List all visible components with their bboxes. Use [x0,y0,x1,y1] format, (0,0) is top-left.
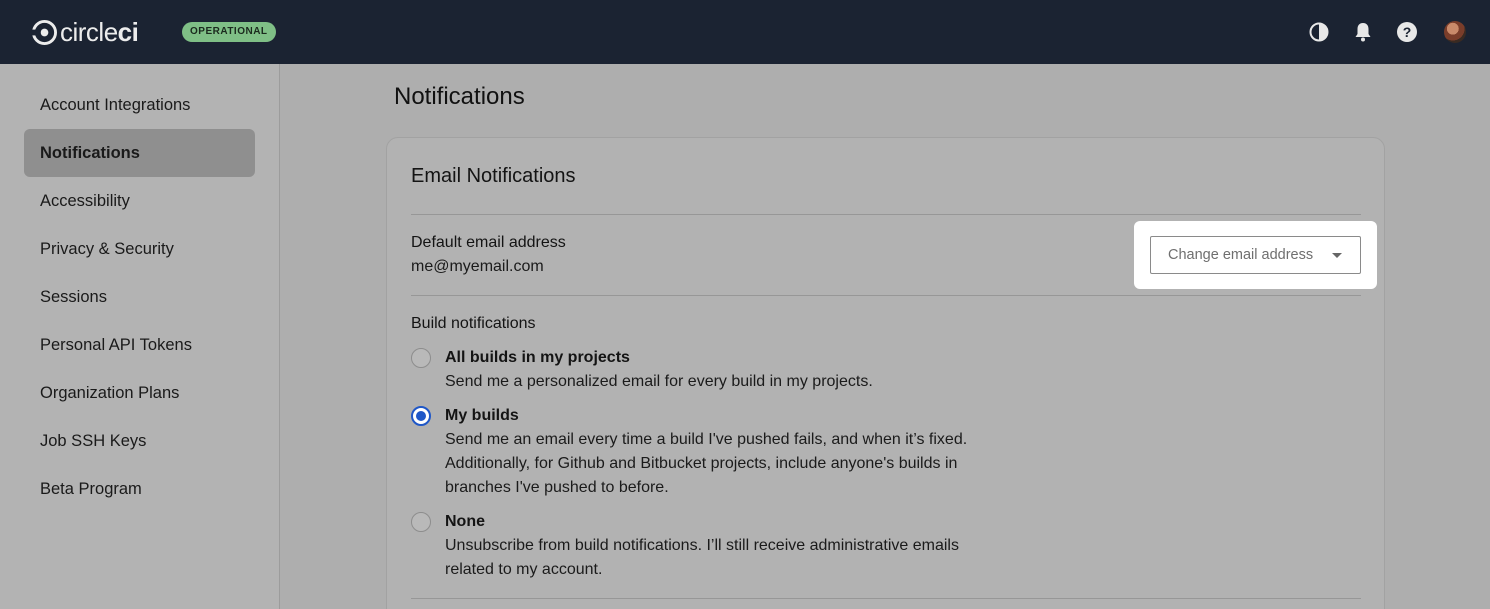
radio-all-builds[interactable] [411,348,431,368]
divider [411,295,1361,296]
sidebar-item-job-ssh-keys[interactable]: Job SSH Keys [24,417,255,465]
change-email-highlight: Change email address [1134,221,1377,289]
circleci-logo-icon [32,19,57,45]
change-email-placeholder: Change email address [1168,247,1314,263]
change-email-dropdown[interactable]: Change email address [1150,236,1361,274]
option-none-description-line: related to my account. [445,561,603,578]
sidebar-item-privacy-security[interactable]: Privacy & Security [24,225,255,273]
chevron-down-icon [1332,253,1342,258]
sidebar-item-account-integrations[interactable]: Account Integrations [24,81,255,129]
logo-text: circleci [60,17,139,47]
top-navigation-bar: circleci OPERATIONAL ? [0,0,1490,64]
sidebar-item-personal-api-tokens[interactable]: Personal API Tokens [24,321,255,369]
option-my-builds-description-line: Additionally, for Github and Bitbucket p… [445,455,958,472]
option-none-title: None [445,513,485,530]
status-badge[interactable]: OPERATIONAL [182,22,276,42]
default-email-value: me@myemail.com [411,258,544,275]
radio-none[interactable] [411,512,431,532]
bell-icon[interactable] [1351,20,1375,44]
sidebar-item-sessions[interactable]: Sessions [24,273,255,321]
option-none-description-line: Unsubscribe from build notifications. I’… [445,537,959,554]
option-my-builds-title: My builds [445,407,519,424]
help-icon[interactable]: ? [1395,20,1419,44]
build-notifications-label: Build notifications [411,315,536,332]
option-all-builds-title: All builds in my projects [445,349,630,366]
option-my-builds-description-line: branches I've pushed to before. [445,479,669,496]
divider [411,214,1361,215]
radio-my-builds[interactable] [411,406,431,426]
divider [411,598,1361,599]
email-notifications-card: Email Notifications Default email addres… [386,137,1385,609]
settings-sidebar: Account Integrations Notifications Acces… [0,64,280,609]
svg-text:?: ? [1403,24,1412,40]
page-title: Notifications [394,83,525,110]
theme-toggle-icon[interactable] [1307,20,1331,44]
option-all-builds-description: Send me a personalized email for every b… [445,373,873,390]
user-avatar[interactable] [1444,21,1466,43]
circleci-logo[interactable]: circleci [32,17,139,47]
card-title: Email Notifications [411,165,576,187]
option-my-builds-description-line: Send me an email every time a build I've… [445,431,968,448]
sidebar-item-organization-plans[interactable]: Organization Plans [24,369,255,417]
sidebar-item-accessibility[interactable]: Accessibility [24,177,255,225]
sidebar-item-notifications[interactable]: Notifications [24,129,255,177]
default-email-label: Default email address [411,234,566,251]
sidebar-item-beta-program[interactable]: Beta Program [24,465,255,513]
